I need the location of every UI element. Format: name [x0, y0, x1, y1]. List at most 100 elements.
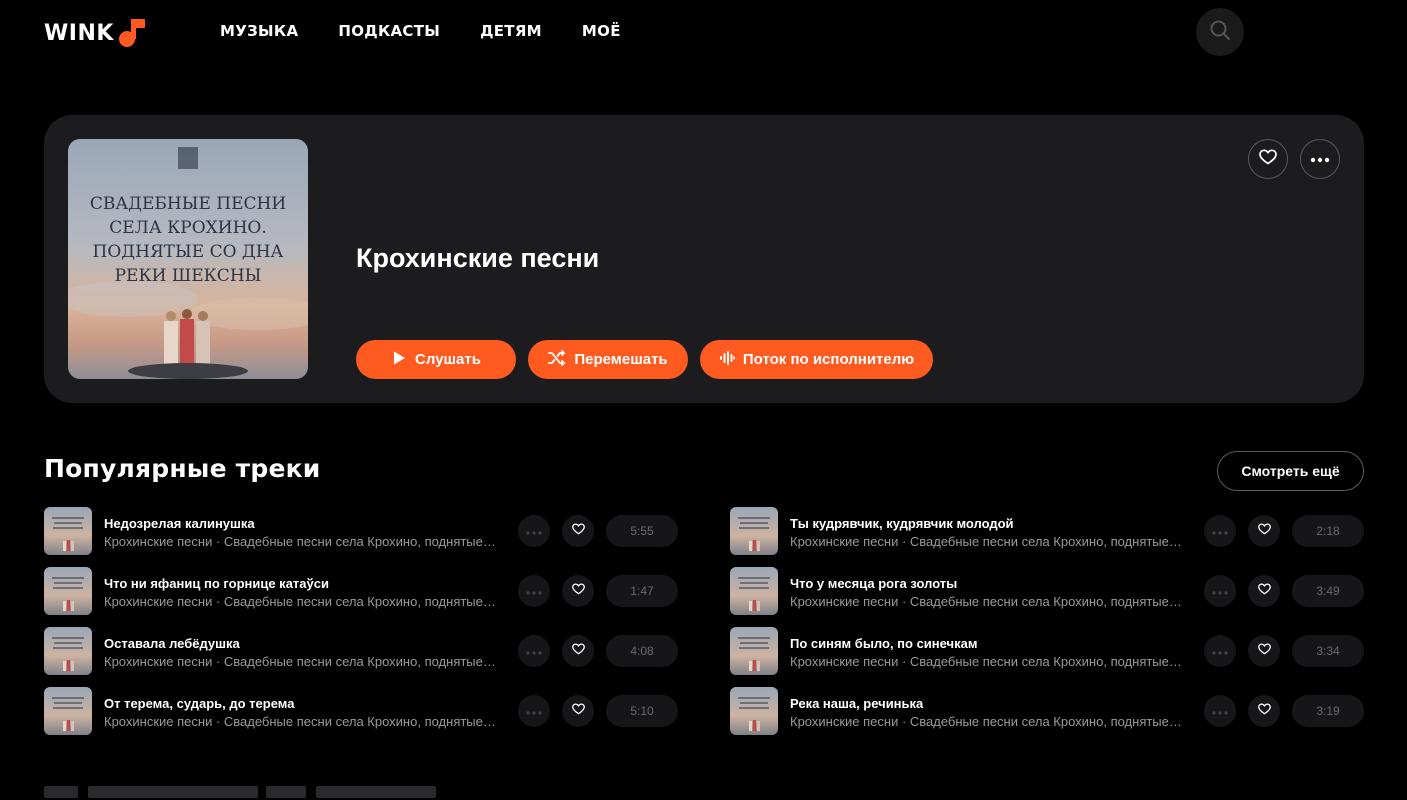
- track-subtitle: Крохинские песни · Свадебные песни села …: [104, 714, 496, 729]
- track-row[interactable]: Недозрелая калинушка Крохинские песни · …: [44, 507, 678, 555]
- heart-icon: [1257, 582, 1271, 600]
- track-duration: 5:10: [606, 695, 678, 727]
- see-more-button[interactable]: Смотреть ещё: [1217, 451, 1364, 491]
- nav-podcasts[interactable]: ПОДКАСТЫ: [338, 22, 440, 40]
- track-list-right: Ты кудрявчик, кудрявчик молодой Крохинск…: [730, 507, 1364, 747]
- track-duration: 2:18: [1292, 515, 1364, 547]
- track-title: Ты кудрявчик, кудрявчик молодой: [790, 516, 1014, 531]
- track-like-button[interactable]: [1248, 635, 1280, 667]
- wave-icon: [719, 350, 735, 370]
- track-duration: 3:19: [1292, 695, 1364, 727]
- track-duration: 1:47: [606, 575, 678, 607]
- search-icon: [1209, 19, 1231, 46]
- artist-title: Крохинские песни: [356, 243, 600, 273]
- track-like-button[interactable]: [562, 515, 594, 547]
- track-list-left: Недозрелая калинушка Крохинские песни · …: [44, 507, 678, 747]
- heart-icon: [1257, 522, 1271, 540]
- track-row[interactable]: Что ни яфаниц по горнице катаўси Крохинс…: [44, 567, 678, 615]
- track-duration: 5:55: [606, 515, 678, 547]
- top-header: WINK МУЗЫКА ПОДКАСТЫ ДЕТЯМ МОЁ: [0, 0, 1407, 64]
- more-dots-icon: [526, 702, 542, 720]
- svg-text:СВАДЕБНЫЕ ПЕСНИ: СВАДЕБНЫЕ ПЕСНИ: [90, 194, 286, 214]
- track-title: Недозрелая калинушка: [104, 516, 255, 531]
- track-cover: [730, 687, 778, 735]
- track-like-button[interactable]: [562, 695, 594, 727]
- track-cover: [44, 567, 92, 615]
- track-title: Река наша, речинька: [790, 696, 924, 711]
- track-title: Что у месяца рога золоты: [790, 576, 958, 591]
- more-dots-icon: [1212, 582, 1228, 600]
- more-dots-icon: [526, 642, 542, 660]
- album-cover: СВАДЕБНЫЕ ПЕСНИ СЕЛА КРОХИНО. ПОДНЯТЫЕ С…: [68, 139, 308, 379]
- track-more-button[interactable]: [518, 635, 550, 667]
- track-duration: 3:49: [1292, 575, 1364, 607]
- track-like-button[interactable]: [1248, 515, 1280, 547]
- shuffle-icon: [548, 349, 566, 370]
- nav-music[interactable]: МУЗЫКА: [220, 22, 298, 40]
- track-subtitle: Крохинские песни · Свадебные песни села …: [104, 534, 496, 549]
- track-row[interactable]: По синям было, по синечкам Крохинские пе…: [730, 627, 1364, 675]
- track-cover: [730, 627, 778, 675]
- play-button[interactable]: Слушать: [356, 340, 516, 379]
- play-label: Слушать: [415, 351, 481, 368]
- svg-text:РЕКИ ШЕКСНЫ: РЕКИ ШЕКСНЫ: [115, 266, 262, 286]
- svg-text:ПОДНЯТЫЕ СО ДНА: ПОДНЯТЫЕ СО ДНА: [93, 242, 284, 262]
- stream-label: Поток по исполнителю: [742, 351, 915, 368]
- wink-logo[interactable]: WINK: [44, 16, 150, 50]
- favorite-button[interactable]: [1248, 139, 1288, 179]
- track-like-button[interactable]: [562, 575, 594, 607]
- popular-tracks-title: Популярные треки: [44, 454, 321, 483]
- search-button[interactable]: [1196, 8, 1244, 56]
- heart-icon: [571, 702, 585, 720]
- track-like-button[interactable]: [1248, 695, 1280, 727]
- track-like-button[interactable]: [1248, 575, 1280, 607]
- track-cover: [44, 627, 92, 675]
- track-more-button[interactable]: [1204, 695, 1236, 727]
- track-subtitle: Крохинские песни · Свадебные песни села …: [104, 594, 496, 609]
- heart-icon: [1259, 148, 1277, 170]
- track-row[interactable]: Оставала лебёдушка Крохинские песни · Св…: [44, 627, 678, 675]
- track-title: Что ни яфаниц по горнице катаўси: [104, 576, 329, 591]
- track-subtitle: Крохинские песни · Свадебные песни села …: [104, 654, 496, 669]
- artist-hero-card: СВАДЕБНЫЕ ПЕСНИ СЕЛА КРОХИНО. ПОДНЯТЫЕ С…: [44, 115, 1364, 403]
- track-cover: [44, 507, 92, 555]
- more-dots-icon: [526, 582, 542, 600]
- heart-icon: [1257, 642, 1271, 660]
- more-dots-icon: [1212, 522, 1228, 540]
- logo-text: WINK: [44, 20, 114, 46]
- heart-icon: [571, 642, 585, 660]
- track-cover: [730, 567, 778, 615]
- main-nav: МУЗЫКА ПОДКАСТЫ ДЕТЯМ МОЁ: [220, 22, 621, 40]
- heart-icon: [1257, 702, 1271, 720]
- nav-mine[interactable]: МОЁ: [582, 22, 621, 40]
- track-subtitle: Крохинские песни · Свадебные песни села …: [790, 654, 1182, 669]
- track-more-button[interactable]: [1204, 635, 1236, 667]
- nav-kids[interactable]: ДЕТЯМ: [480, 22, 542, 40]
- track-more-button[interactable]: [1204, 515, 1236, 547]
- heart-icon: [571, 522, 585, 540]
- artist-stream-button[interactable]: Поток по исполнителю: [700, 340, 933, 379]
- track-duration: 3:34: [1292, 635, 1364, 667]
- more-dots-icon: [1310, 150, 1330, 168]
- track-cover: [44, 687, 92, 735]
- track-title: От терема, сударь, до терема: [104, 696, 295, 711]
- track-title: Оставала лебёдушка: [104, 636, 240, 651]
- more-dots-icon: [526, 522, 542, 540]
- track-row[interactable]: От терема, сударь, до терема Крохинские …: [44, 687, 678, 735]
- track-more-button[interactable]: [1204, 575, 1236, 607]
- track-row[interactable]: Река наша, речинька Крохинские песни · С…: [730, 687, 1364, 735]
- track-duration: 4:08: [606, 635, 678, 667]
- shuffle-button[interactable]: Перемешать: [528, 340, 688, 379]
- music-note-logo-icon: [116, 16, 150, 50]
- heart-icon: [571, 582, 585, 600]
- track-row[interactable]: Что у месяца рога золоты Крохинские песн…: [730, 567, 1364, 615]
- track-more-button[interactable]: [518, 515, 550, 547]
- track-more-button[interactable]: [518, 575, 550, 607]
- more-dots-icon: [1212, 702, 1228, 720]
- track-more-button[interactable]: [518, 695, 550, 727]
- more-options-button[interactable]: [1300, 139, 1340, 179]
- track-row[interactable]: Ты кудрявчик, кудрявчик молодой Крохинск…: [730, 507, 1364, 555]
- track-like-button[interactable]: [562, 635, 594, 667]
- hero-actions: Слушать Перемешать Поток по исполнителю: [356, 340, 933, 379]
- track-subtitle: Крохинские песни · Свадебные песни села …: [790, 594, 1182, 609]
